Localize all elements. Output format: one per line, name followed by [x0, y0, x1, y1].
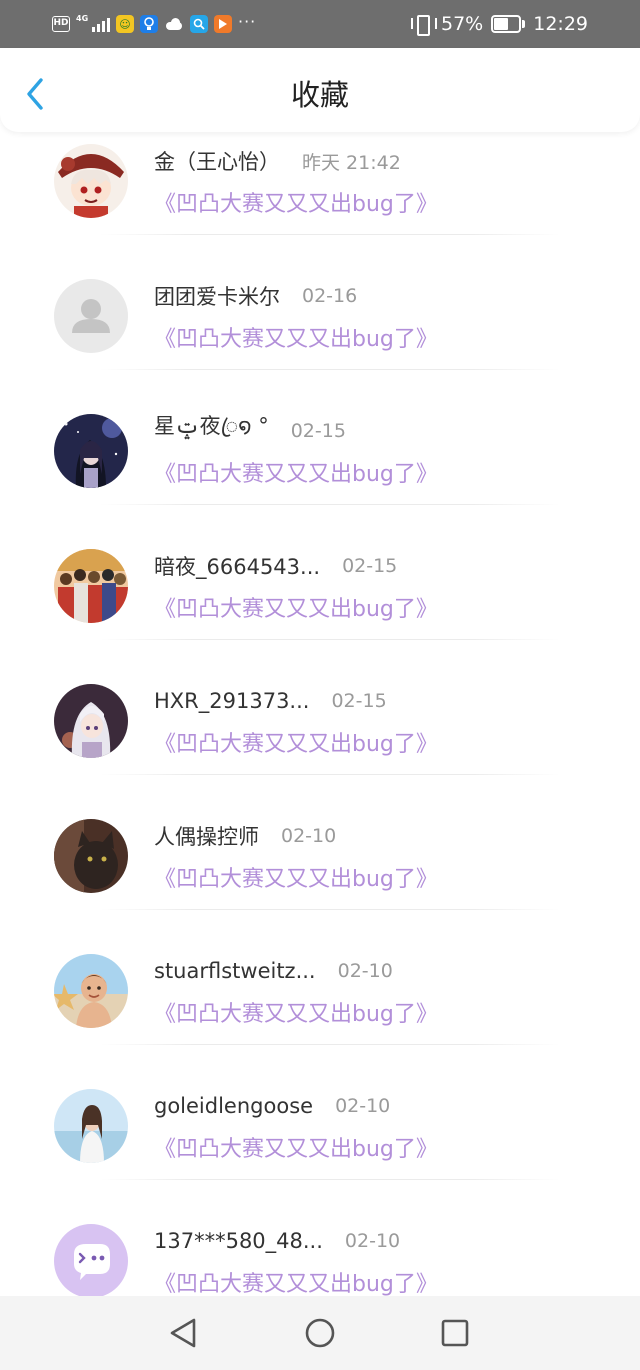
signal-icon: 4G — [76, 14, 110, 34]
timestamp: 02-10 — [344, 1230, 401, 1252]
hd-icon: HD — [52, 16, 70, 32]
username[interactable]: 金（王心怡） — [154, 146, 280, 176]
post-title[interactable]: 《凹凸大赛又又又出bug了》 — [154, 996, 438, 1028]
post-title[interactable]: 《凹凸大赛又又又出bug了》 — [154, 726, 438, 758]
name-row: stuarflstweitz... 02-10 — [154, 954, 393, 988]
username[interactable]: goleidlengoose — [154, 1094, 313, 1118]
list-item[interactable]: 暗夜_6664543... 02-15 《凹凸大赛又又又出bug了》 — [0, 505, 640, 640]
post-title[interactable]: 《凹凸大赛又又又出bug了》 — [154, 321, 438, 353]
nav-home-button[interactable] — [302, 1315, 338, 1351]
list-item[interactable]: 137***580_48... 02-10 《凹凸大赛又又又出bug了》 — [0, 1180, 640, 1296]
list-item[interactable]: 星ݓ夜ꦿ໑ ° 02-15 《凹凸大赛又又又出bug了》 — [0, 370, 640, 505]
timestamp: 昨天 21:42 — [302, 151, 401, 174]
name-row: HXR_291373... 02-15 — [154, 684, 387, 718]
name-row: 人偶操控师 02-10 — [154, 819, 336, 853]
avatar[interactable] — [54, 1089, 128, 1163]
avatar[interactable] — [54, 279, 128, 353]
lightbulb-icon — [140, 15, 158, 33]
nav-back-button[interactable] — [165, 1315, 201, 1351]
username[interactable]: HXR_291373... — [154, 689, 309, 713]
timestamp: 02-10 — [337, 960, 393, 982]
battery-icon — [491, 15, 526, 33]
name-row: 团团爱卡米尔 02-16 — [154, 279, 357, 313]
username[interactable]: 137***580_48... — [154, 1229, 323, 1253]
status-right-icons: 57% 12:29 — [411, 12, 588, 36]
avatar[interactable] — [54, 684, 128, 758]
list-item[interactable]: 团团爱卡米尔 02-16 《凹凸大赛又又又出bug了》 — [0, 235, 640, 370]
recents-square-icon — [441, 1319, 469, 1347]
post-title[interactable]: 《凹凸大赛又又又出bug了》 — [154, 861, 438, 893]
avatar[interactable] — [54, 954, 128, 1028]
post-title[interactable]: 《凹凸大赛又又又出bug了》 — [154, 1266, 438, 1296]
favorites-list[interactable]: 金（王心怡） 昨天 21:42 《凹凸大赛又又又出bug了》 团团爱卡米尔 02… — [0, 100, 640, 1296]
post-title[interactable]: 《凹凸大赛又又又出bug了》 — [154, 186, 438, 218]
list-item[interactable]: HXR_291373... 02-15 《凹凸大赛又又又出bug了》 — [0, 640, 640, 775]
avatar[interactable] — [54, 819, 128, 893]
battery-percent: 57% — [441, 13, 484, 35]
status-left-icons: HD 4G ☺ ··· — [52, 12, 256, 36]
post-title[interactable]: 《凹凸大赛又又又出bug了》 — [154, 1131, 438, 1163]
timestamp: 02-10 — [281, 825, 337, 847]
username[interactable]: stuarflstweitz... — [154, 959, 316, 983]
timestamp: 02-15 — [342, 555, 398, 577]
more-dots-icon: ··· — [238, 11, 257, 31]
home-circle-icon — [305, 1318, 335, 1348]
status-bar: HD 4G ☺ ··· 57% 12:29 — [0, 0, 640, 48]
page-title: 收藏 — [290, 78, 349, 112]
name-row: goleidlengoose 02-10 — [154, 1089, 390, 1123]
name-row: 星ݓ夜ꦿ໑ ° 02-15 — [154, 414, 346, 448]
avatar[interactable] — [54, 549, 128, 623]
nav-recents-button[interactable] — [437, 1315, 473, 1351]
system-nav-bar — [0, 1296, 640, 1370]
username[interactable]: 暗夜_6664543... — [154, 551, 320, 581]
network-type-label: 4G — [76, 14, 89, 23]
post-title[interactable]: 《凹凸大赛又又又出bug了》 — [154, 456, 438, 488]
vibrate-icon — [411, 14, 437, 36]
username[interactable]: 星ݓ夜ꦿ໑ ° — [154, 410, 269, 453]
app-notification-icon: ☺ — [116, 15, 134, 33]
back-triangle-icon — [170, 1318, 196, 1348]
name-row: 137***580_48... 02-10 — [154, 1224, 400, 1258]
avatar[interactable] — [54, 1224, 128, 1296]
username[interactable]: 人偶操控师 — [154, 821, 259, 851]
post-title[interactable]: 《凹凸大赛又又又出bug了》 — [154, 591, 438, 623]
avatar[interactable] — [54, 414, 128, 488]
timestamp: 02-15 — [331, 690, 387, 712]
username[interactable]: 团团爱卡米尔 — [154, 281, 280, 311]
list-item[interactable]: stuarflstweitz... 02-10 《凹凸大赛又又又出bug了》 — [0, 910, 640, 1045]
app-header: 收藏 — [0, 48, 640, 132]
cloud-icon — [164, 18, 184, 30]
timestamp: 02-15 — [290, 420, 346, 442]
clock: 12:29 — [533, 13, 588, 35]
play-app-icon — [214, 15, 232, 33]
timestamp: 02-16 — [302, 285, 358, 307]
list-item[interactable]: goleidlengoose 02-10 《凹凸大赛又又又出bug了》 — [0, 1045, 640, 1180]
timestamp: 02-10 — [335, 1095, 391, 1117]
name-row: 金（王心怡） 昨天 21:42 — [154, 144, 401, 178]
list-item[interactable]: 人偶操控师 02-10 《凹凸大赛又又又出bug了》 — [0, 775, 640, 910]
name-row: 暗夜_6664543... 02-15 — [154, 549, 397, 583]
search-app-icon — [190, 15, 208, 33]
avatar[interactable] — [54, 144, 128, 218]
